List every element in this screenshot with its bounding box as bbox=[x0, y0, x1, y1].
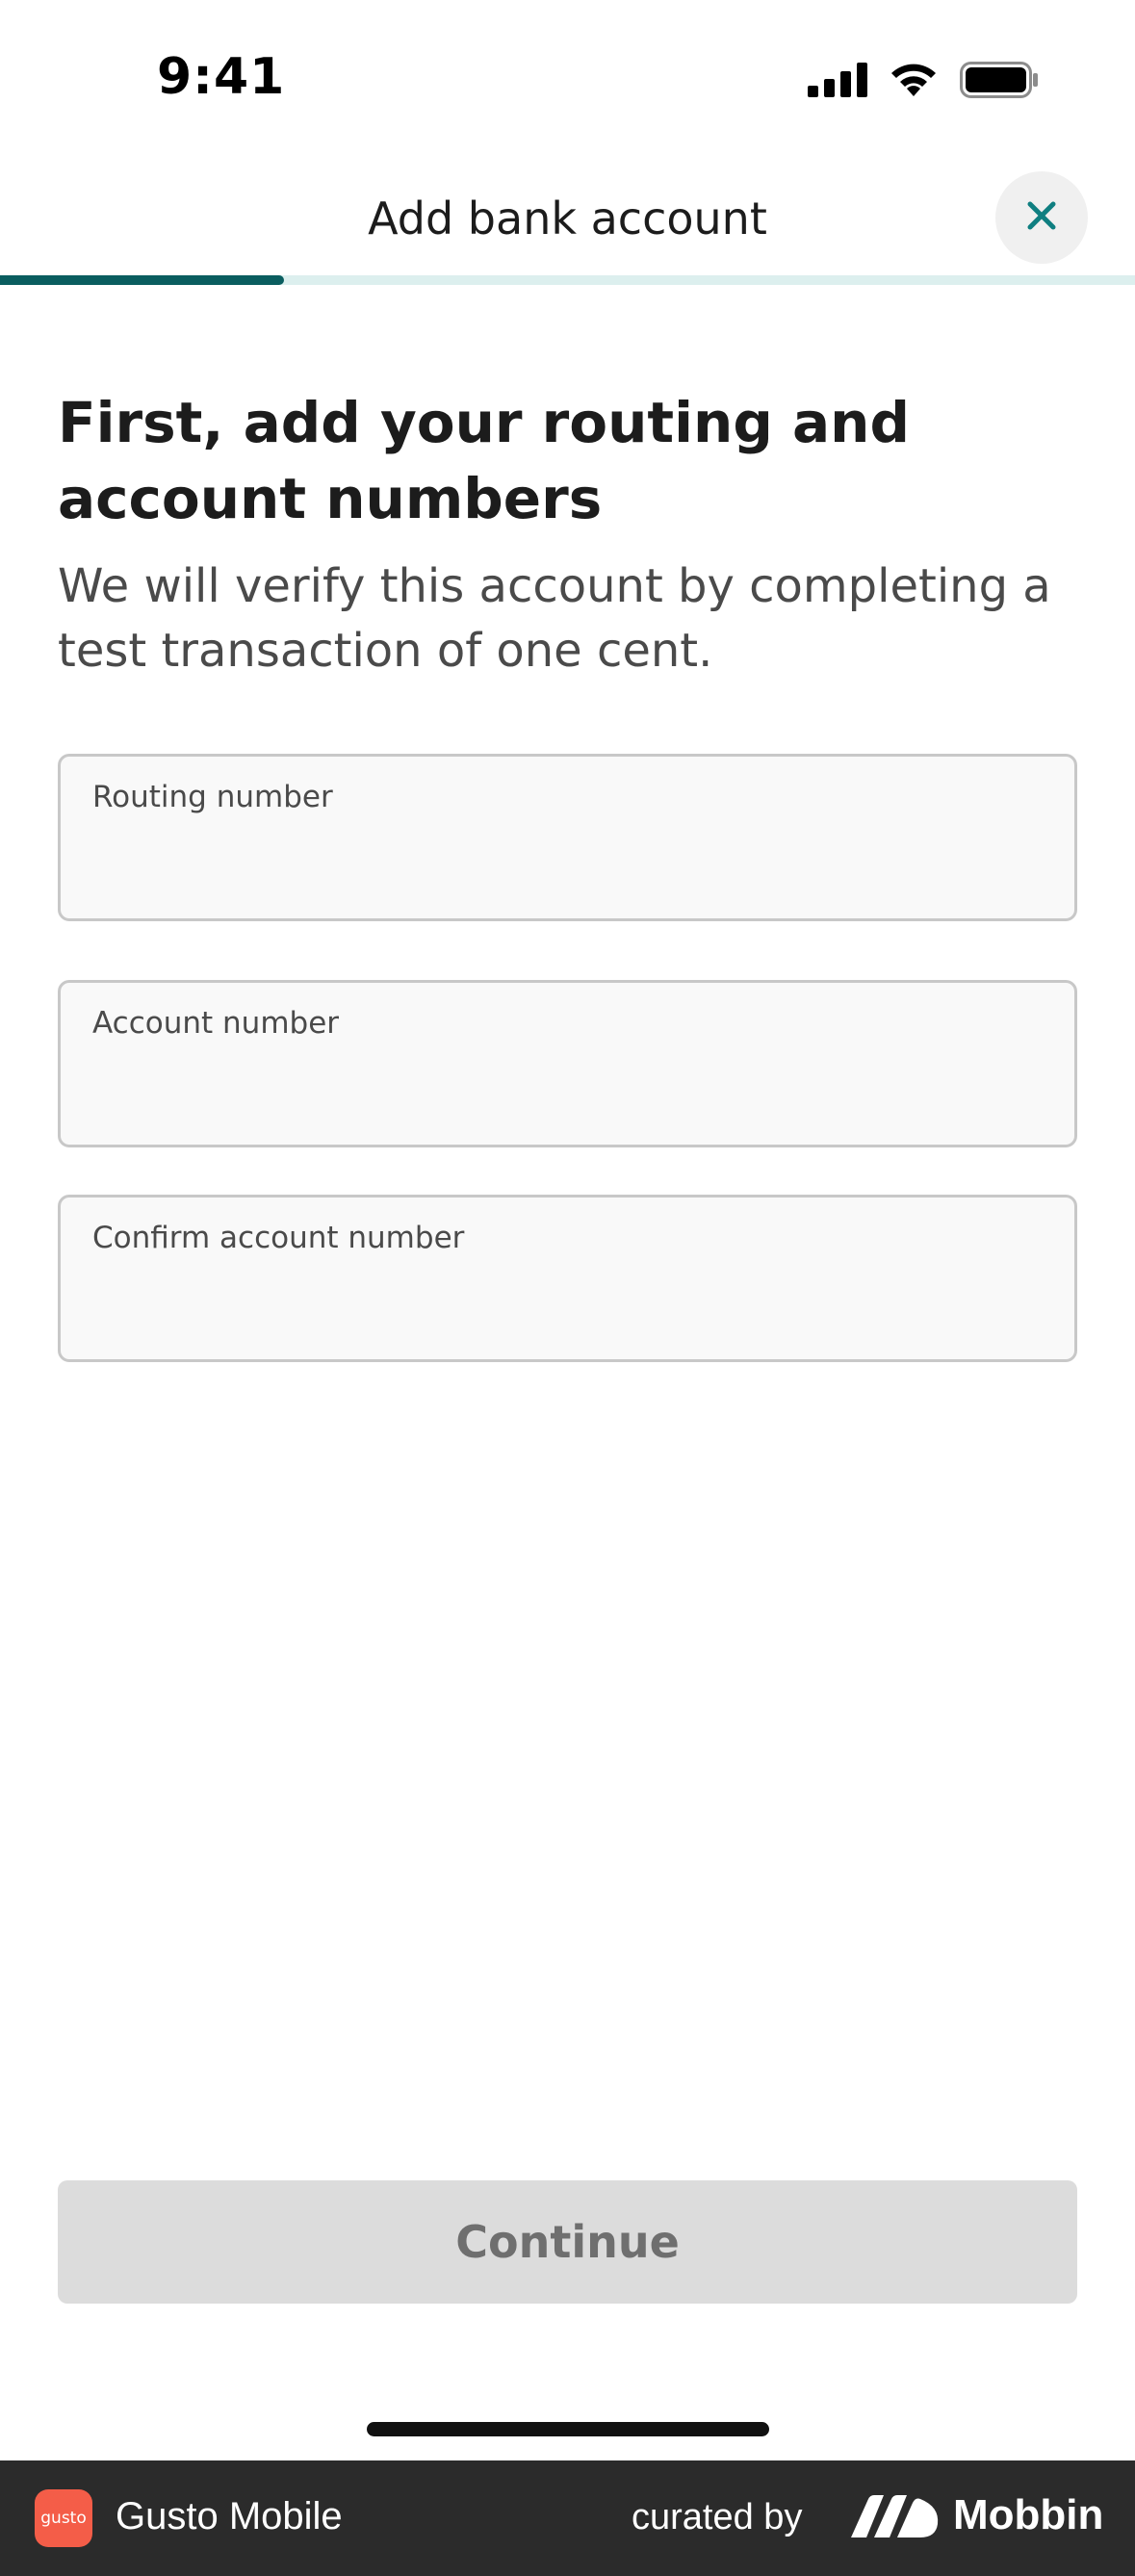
confirm-account-number-label: Confirm account number bbox=[92, 1221, 465, 1255]
confirm-account-number-input[interactable] bbox=[90, 1278, 1045, 1336]
routing-number-label: Routing number bbox=[92, 780, 333, 814]
routing-number-input[interactable] bbox=[90, 837, 1045, 895]
screen: 9:41 Add bank account First, add your ro… bbox=[0, 0, 1135, 2576]
progress-fill bbox=[0, 275, 284, 285]
wifi-icon bbox=[889, 62, 939, 102]
gusto-logo-icon: gusto bbox=[35, 2489, 92, 2547]
section-description: We will verify this account by completin… bbox=[58, 559, 1051, 678]
home-indicator bbox=[367, 2422, 769, 2436]
status-bar: 9:41 bbox=[0, 0, 1135, 164]
status-time: 9:41 bbox=[157, 48, 286, 106]
close-button[interactable] bbox=[995, 171, 1088, 264]
account-number-input[interactable] bbox=[90, 1064, 1045, 1121]
page-title: Add bank account bbox=[368, 193, 767, 245]
confirm-account-number-field[interactable]: Confirm account number bbox=[58, 1195, 1077, 1362]
section-heading: First, add your routing and account numb… bbox=[58, 390, 910, 531]
continue-button[interactable]: Continue bbox=[58, 2180, 1077, 2304]
mobbin-name: Mobbin bbox=[953, 2491, 1104, 2538]
status-icons bbox=[808, 62, 1039, 102]
account-number-field[interactable]: Account number bbox=[58, 980, 1077, 1147]
brand-name: Gusto Mobile bbox=[116, 2495, 343, 2537]
footer-banner: gusto Gusto Mobile curated by Mobbin bbox=[0, 2460, 1135, 2576]
mobbin-logo-icon bbox=[851, 2495, 940, 2543]
routing-number-field[interactable]: Routing number bbox=[58, 754, 1077, 921]
cellular-signal-icon bbox=[808, 63, 867, 101]
header: Add bank account bbox=[0, 164, 1135, 283]
battery-icon bbox=[960, 62, 1039, 102]
account-number-label: Account number bbox=[92, 1006, 340, 1041]
close-icon bbox=[1027, 201, 1056, 234]
progress-bar bbox=[0, 275, 1135, 285]
curated-by-label: curated by bbox=[632, 2497, 803, 2537]
